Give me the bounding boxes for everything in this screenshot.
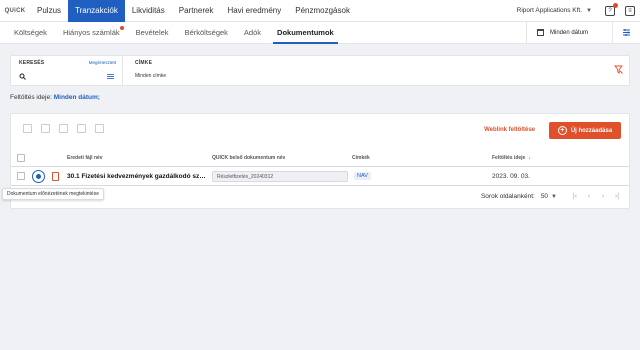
tab-berkoltsegek[interactable]: Bérköltségek xyxy=(177,22,236,44)
sliders-icon xyxy=(623,29,630,36)
weblink-upload-link[interactable]: Weblink feltöltése xyxy=(484,127,535,133)
preview-eye-icon[interactable] xyxy=(32,170,45,183)
header-original-name[interactable]: Eredeti fájl név xyxy=(67,155,103,161)
table-header: Eredeti fájl név QUICK belső dokumentum … xyxy=(11,151,629,165)
archive-icon[interactable] xyxy=(95,124,104,133)
search-field[interactable]: KERESÉS Megértesztett xyxy=(11,56,123,85)
next-page-icon[interactable]: › xyxy=(599,193,607,200)
row-checkbox[interactable] xyxy=(17,172,25,180)
header-tags[interactable]: Címkék xyxy=(352,155,370,161)
preview-tooltip: Dokumentum előnézetének megtekintése xyxy=(2,188,104,200)
sub-navigation: Költségek Hiányos számlák Bevételek Bérk… xyxy=(0,21,640,44)
download-icon[interactable] xyxy=(77,124,86,133)
select-all-checkbox[interactable] xyxy=(17,154,25,162)
quick-name-input[interactable]: Részletfizetés_20240312 xyxy=(212,171,348,182)
company-name: Riport Applications Kft. xyxy=(516,7,583,14)
tab-bevetelek[interactable]: Bevételek xyxy=(128,22,177,44)
tag-icon[interactable] xyxy=(41,124,50,133)
advanced-search-link[interactable]: Megértesztett xyxy=(89,60,116,65)
rows-per-page-value: 50 xyxy=(540,193,549,200)
menu-grid-icon[interactable]: ≡ xyxy=(625,5,635,16)
last-page-icon[interactable]: ›| xyxy=(613,193,621,200)
first-page-icon[interactable]: |‹ xyxy=(571,193,579,200)
original-file-name[interactable]: 30.1 Fizetési kedvezmények gazdálkodó sz… xyxy=(67,173,209,180)
table-row[interactable]: 30.1 Fizetési kedvezmények gazdálkodó sz… xyxy=(11,166,629,186)
upload-summary-prefix: Feltöltés ideje: xyxy=(10,94,52,101)
plus-icon: + xyxy=(557,126,567,135)
nav-item-havi-eredmeny[interactable]: Havi eredmény xyxy=(220,0,288,22)
delete-icon[interactable] xyxy=(23,124,32,133)
prev-page-icon[interactable]: ‹ xyxy=(585,193,593,200)
alert-dot xyxy=(119,25,124,30)
pdf-file-icon xyxy=(52,172,59,181)
sliders-icon[interactable] xyxy=(107,73,114,80)
chevron-down-icon: ▼ xyxy=(551,193,557,200)
upload-date-summary: Feltöltés ideje: Minden dátum; xyxy=(10,94,100,101)
app-logo[interactable]: QUiCK xyxy=(0,0,30,22)
notification-dot xyxy=(613,2,618,8)
tab-dokumentumok[interactable]: Dokumentumok xyxy=(269,22,342,44)
tab-hianyos-szamlak-label: Hiányos számlák xyxy=(62,28,120,37)
tab-hianyos-szamlak[interactable]: Hiányos számlák xyxy=(55,22,128,44)
nav-item-tranzakciok[interactable]: Tranzakciók xyxy=(68,0,125,22)
add-new-label: Új hozzáadása xyxy=(570,127,613,134)
top-navigation: QUiCK Pulzus Tranzakciók Likviditás Part… xyxy=(0,0,640,22)
nav-item-pulzus[interactable]: Pulzus xyxy=(30,0,68,22)
tag-value: Minden címke xyxy=(135,73,167,79)
date-filter-value: Minden dátum xyxy=(550,29,589,36)
header-quick-name[interactable]: QUICK belső dokumentum név xyxy=(212,155,285,161)
tab-koltsegek[interactable]: Költségek xyxy=(0,22,55,44)
filter-settings-button[interactable] xyxy=(612,21,640,44)
tag-label: CÍMKE xyxy=(135,60,153,66)
nav-item-partnerek[interactable]: Partnerek xyxy=(172,0,221,22)
calendar-icon xyxy=(537,29,544,36)
upload-summary-value[interactable]: Minden dátum; xyxy=(54,94,100,101)
preview-eye-dot xyxy=(36,174,41,179)
nav-item-penzmozgasok[interactable]: Pénzmozgások xyxy=(288,0,357,22)
document-icon[interactable] xyxy=(59,124,68,133)
sort-arrow-down-icon: ↓ xyxy=(528,155,531,161)
date-filter[interactable]: Minden dátum xyxy=(526,21,612,44)
rows-per-page-select[interactable]: 50 ▼ xyxy=(541,193,557,200)
help-icon[interactable]: ? xyxy=(605,2,618,16)
filter-clear-icon xyxy=(614,65,623,74)
header-upload-date-label: Feltöltés ideje xyxy=(492,155,526,161)
clear-filter-button[interactable] xyxy=(614,65,623,76)
upload-date: 2023. 09. 03. xyxy=(492,173,530,180)
add-new-button[interactable]: + Új hozzáadása xyxy=(549,122,621,139)
tag-badge[interactable]: NAV xyxy=(354,172,371,180)
search-panel: KERESÉS Megértesztett CÍMKE Minden címke xyxy=(10,55,630,86)
pagination: Sorok oldalanként: 50 ▼ |‹ ‹ › ›| xyxy=(481,193,621,200)
search-icon xyxy=(19,73,26,80)
header-upload-date[interactable]: Feltöltés ideje ↓ xyxy=(492,155,531,161)
tab-adok[interactable]: Adók xyxy=(236,22,269,44)
chevron-down-icon: ▼ xyxy=(586,7,592,14)
nav-item-likviditas[interactable]: Likviditás xyxy=(125,0,172,22)
bulk-actions xyxy=(23,124,104,133)
rows-per-page-label: Sorok oldalanként: xyxy=(480,193,535,200)
company-selector[interactable]: Riport Applications Kft. ▼ xyxy=(517,7,592,14)
tag-filter[interactable]: CÍMKE Minden címke xyxy=(131,56,170,85)
